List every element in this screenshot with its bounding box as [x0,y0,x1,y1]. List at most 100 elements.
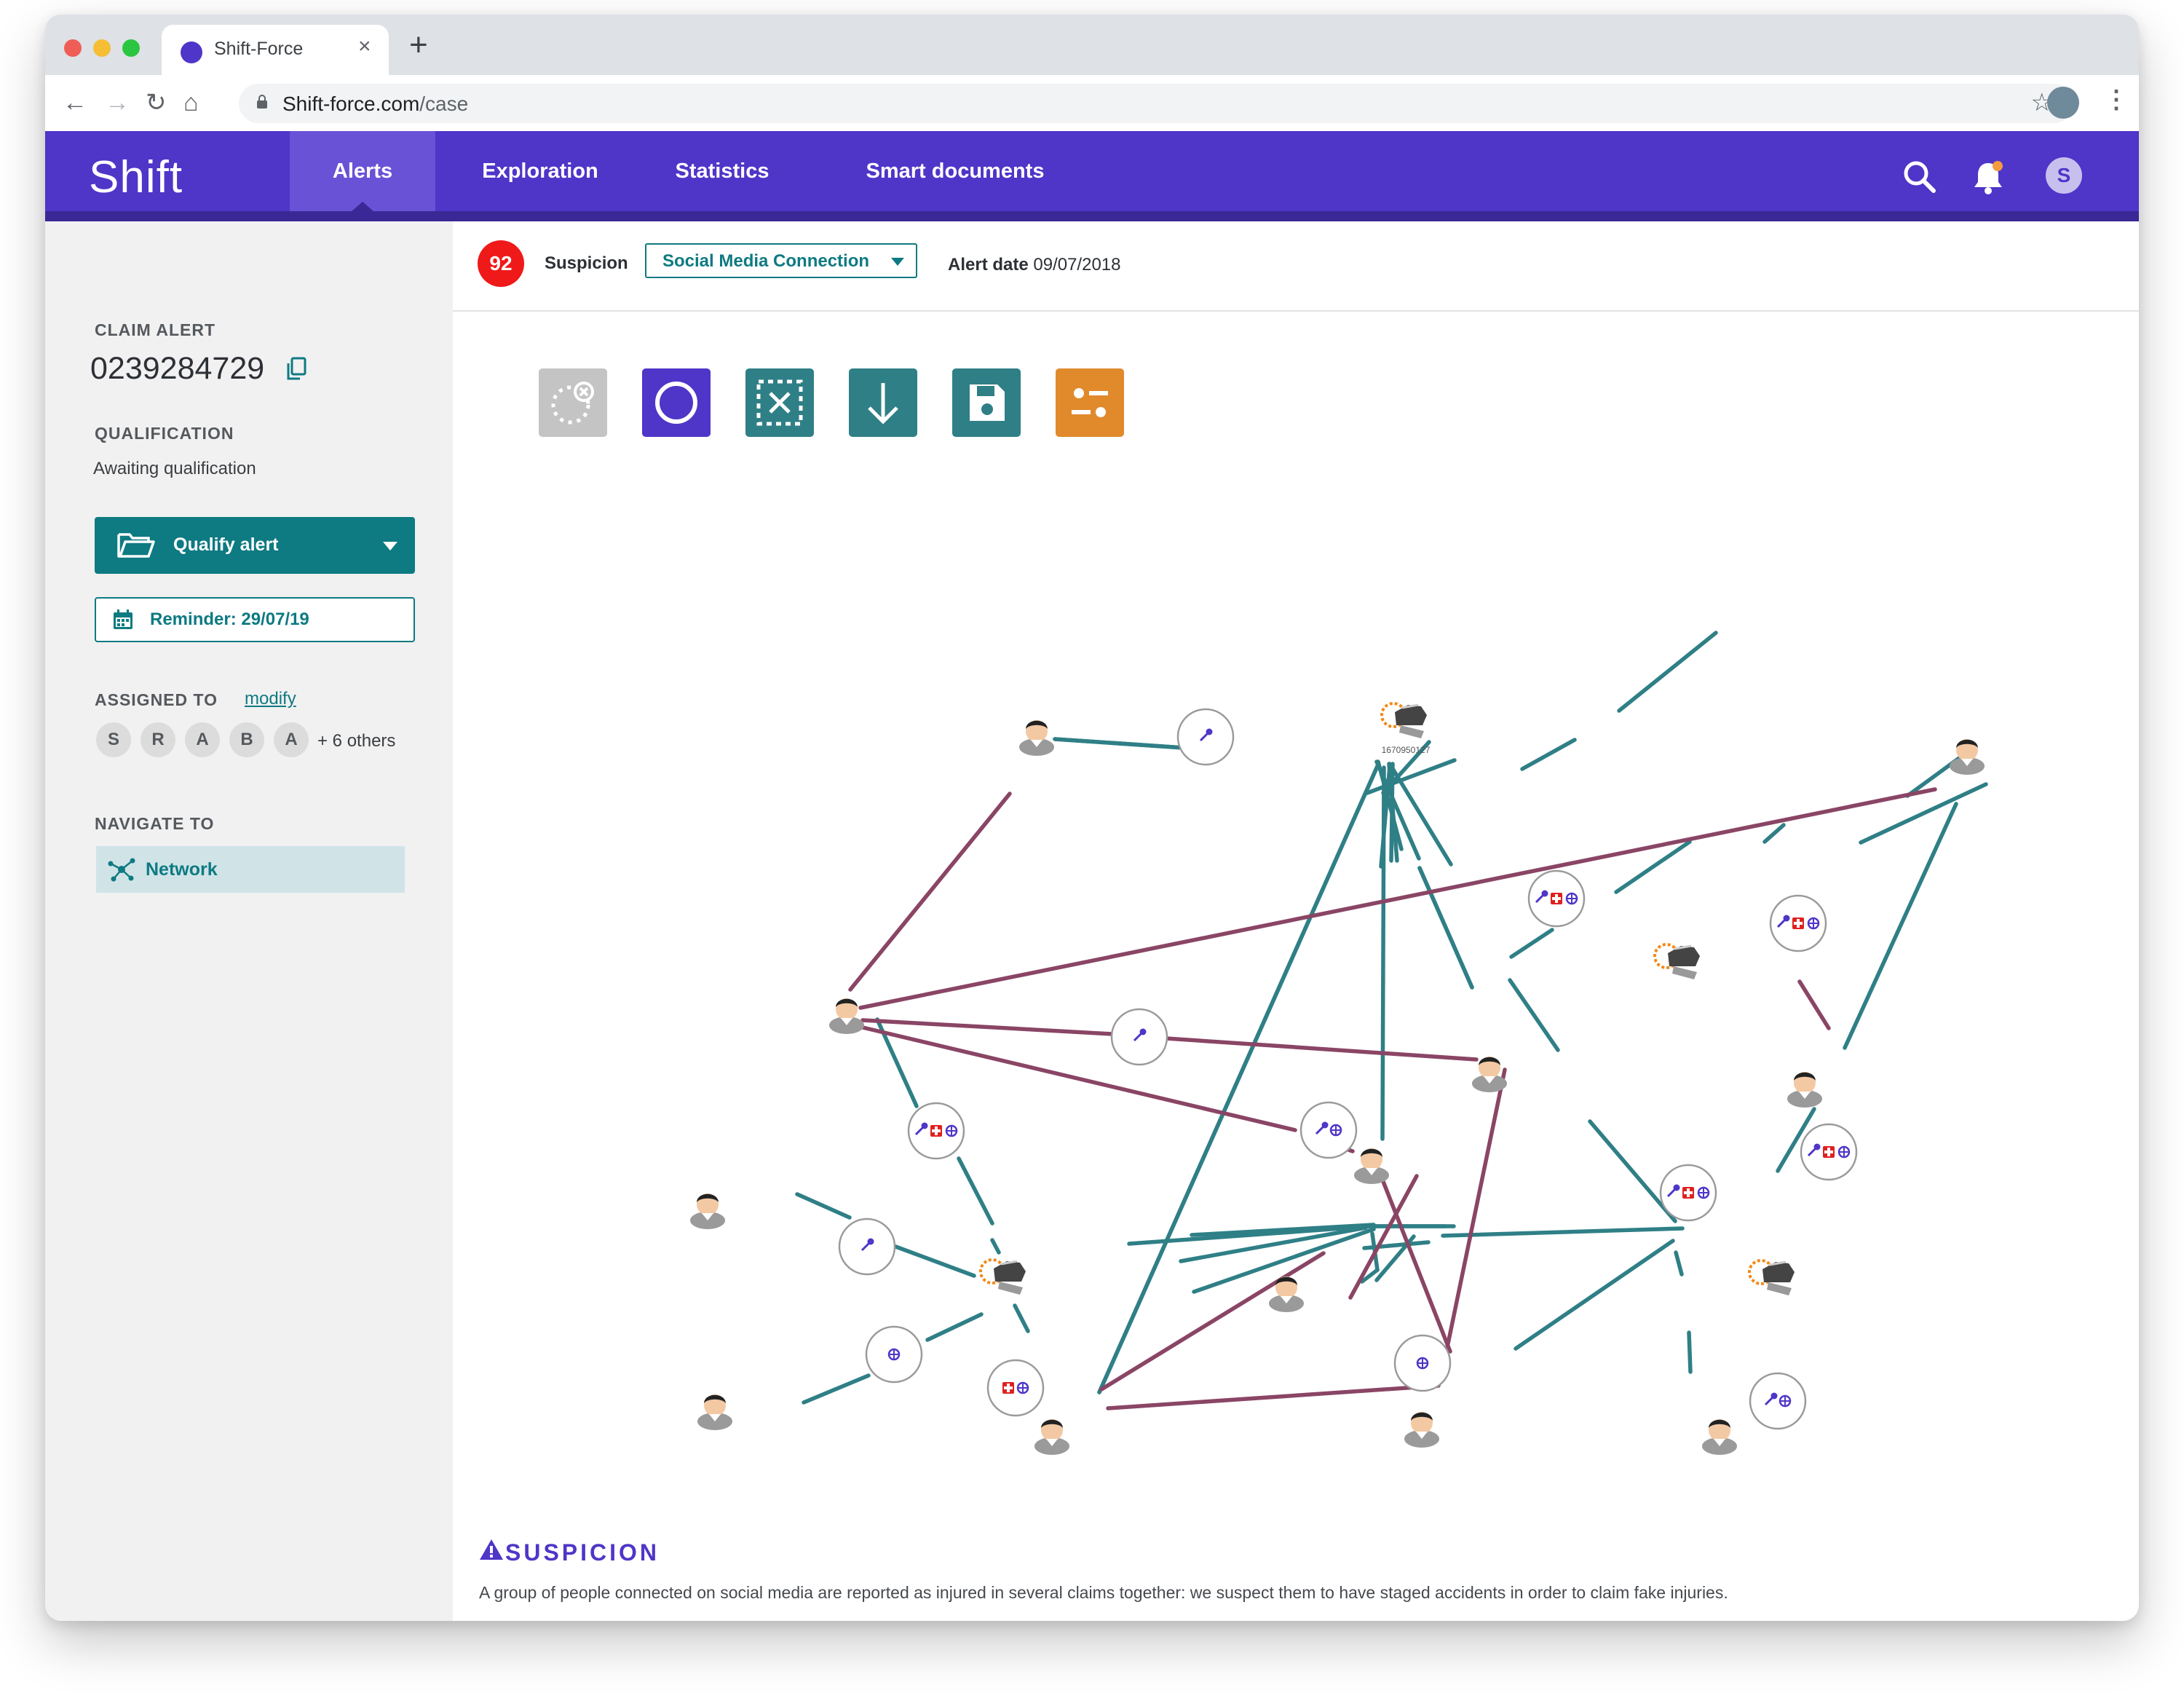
car-node [1748,1259,1796,1297]
suspicion-score-badge: 92 [478,240,524,287]
person-node [690,1193,725,1229]
calendar-icon [114,609,132,629]
car-node [979,1258,1027,1296]
network-link-label: Network [146,859,218,880]
header-underbar [45,211,2139,221]
maximize-window-button[interactable] [122,39,140,57]
modify-link[interactable]: modify [245,689,296,709]
assignee-avatar[interactable]: A [185,722,220,757]
copy-icon[interactable] [285,357,307,382]
warning-icon [480,1539,503,1560]
person-node [697,1394,732,1430]
box-deselect-icon [756,379,803,426]
navigate-to-label: NAVIGATE TO [95,814,215,833]
suspicion-select[interactable]: Social Media Connection [645,243,917,278]
notification-bell-icon[interactable] [1970,159,2006,197]
person-node [1702,1419,1737,1455]
reminder-button[interactable]: Reminder: 29/07/19 [95,597,415,642]
browser-tab[interactable]: Shift-Force × [162,25,389,75]
profile-avatar[interactable] [2047,87,2079,119]
person-node [1019,720,1054,756]
url-bar[interactable]: Shift-force.com/case ☆ [239,84,2073,123]
save-icon [970,384,1005,421]
other-assignees-count[interactable]: + 6 others [317,731,395,751]
chevron-down-icon [891,258,904,266]
chevron-down-icon [383,542,397,550]
download-button[interactable] [849,368,917,437]
network-nav-link[interactable]: Network [96,846,405,893]
nav-tab-alerts[interactable]: Alerts [290,131,435,212]
assignee-avatar[interactable]: A [274,722,309,757]
download-icon [868,383,898,425]
car-node [1653,943,1701,981]
forward-icon[interactable]: → [105,88,130,117]
notification-dot [1993,161,2003,171]
assignee-avatar[interactable]: S [96,722,131,757]
minimize-window-button[interactable] [93,39,111,57]
back-icon[interactable]: ← [63,88,87,117]
url-text: Shift-force.com/case [282,92,469,115]
claim-node-glyphs [860,727,1851,1408]
graph-edges-teal [1053,631,1718,1294]
suspicion-section-title: SUSPICION [505,1539,660,1566]
box-deselect-button[interactable] [745,368,814,437]
sliders-icon [1072,388,1108,417]
person-node [1354,1148,1389,1184]
alert-date-label: Alert date [948,255,1029,275]
reminder-label: Reminder: 29/07/19 [150,609,309,629]
qualification-value: Awaiting qualification [93,459,256,478]
person-node [1472,1057,1507,1092]
person-node [829,998,864,1034]
nav-tab-smart-documents[interactable]: Smart documents [846,131,1064,211]
claim-number: 0239284729 [90,351,265,386]
nav-tab-label: Alerts [332,159,393,183]
browser-window: Shift-Force × + ← → ↻ ⌂ Shift-force.com/… [45,15,2139,1621]
suspicion-select-value: Social Media Connection [662,251,870,271]
qualify-alert-button[interactable]: Qualify alert [95,517,415,574]
person-node [1034,1419,1069,1455]
assignee-avatar[interactable]: B [229,722,264,757]
graph-edges-teal-main [1053,737,1988,1394]
person-node [1404,1412,1439,1448]
nav-tab-exploration[interactable]: Exploration [467,131,613,211]
main-content: 92 Suspicion Social Media Connection Ale… [453,221,2139,1621]
person-node [1950,739,1985,775]
clear-selection-button[interactable] [539,368,607,437]
home-icon[interactable]: ⌂ [183,88,199,117]
settings-button[interactable] [1056,368,1124,437]
browser-menu-icon[interactable]: ⋮ [2104,85,2129,114]
nav-tab-statistics[interactable]: Statistics [649,131,795,211]
alert-info-bar: 92 Suspicion Social Media Connection Ale… [453,221,2139,312]
close-window-button[interactable] [64,39,82,57]
browser-tabstrip: Shift-Force × + [45,15,2139,75]
assigned-to-label: ASSIGNED TO [95,690,218,709]
suspicion-description: A group of people connected on social me… [479,1583,1728,1602]
network-icon [108,858,135,882]
alert-date-value: 09/07/2018 [1033,255,1121,275]
qualification-label: QUALIFICATION [95,424,234,443]
circle-icon [655,382,697,424]
favicon-icon [181,42,202,63]
alert-date: Alert date 09/07/2018 [948,255,1121,275]
folder-open-icon [117,533,155,558]
qualify-alert-label: Qualify alert [173,534,279,555]
lock-icon [257,95,267,108]
lasso-clear-icon [551,382,594,425]
car-node-label: 1670950127 [1382,745,1431,755]
network-graph[interactable]: 1670950127 [453,440,2139,1532]
assignee-avatar[interactable]: R [141,722,175,757]
browser-toolbar: ← → ↻ ⌂ Shift-force.com/case ☆ ⋮ [45,75,2139,132]
claim-alert-label: CLAIM ALERT [95,320,216,339]
search-icon[interactable] [1902,159,1938,195]
reload-icon[interactable]: ↻ [146,88,167,117]
new-tab-icon[interactable]: + [409,29,428,61]
circle-select-button[interactable] [642,368,711,437]
tab-close-icon[interactable]: × [358,34,371,59]
app-logo[interactable]: Shift [89,151,183,203]
tab-title: Shift-Force [214,39,304,59]
app-header: Shift Alerts Exploration Statistics Smar… [45,131,2139,221]
user-avatar[interactable]: S [2046,157,2082,194]
sidebar: CLAIM ALERT 0239284729 QUALIFICATION Awa… [45,221,453,1621]
person-node [1787,1072,1822,1108]
save-button[interactable] [952,368,1021,437]
